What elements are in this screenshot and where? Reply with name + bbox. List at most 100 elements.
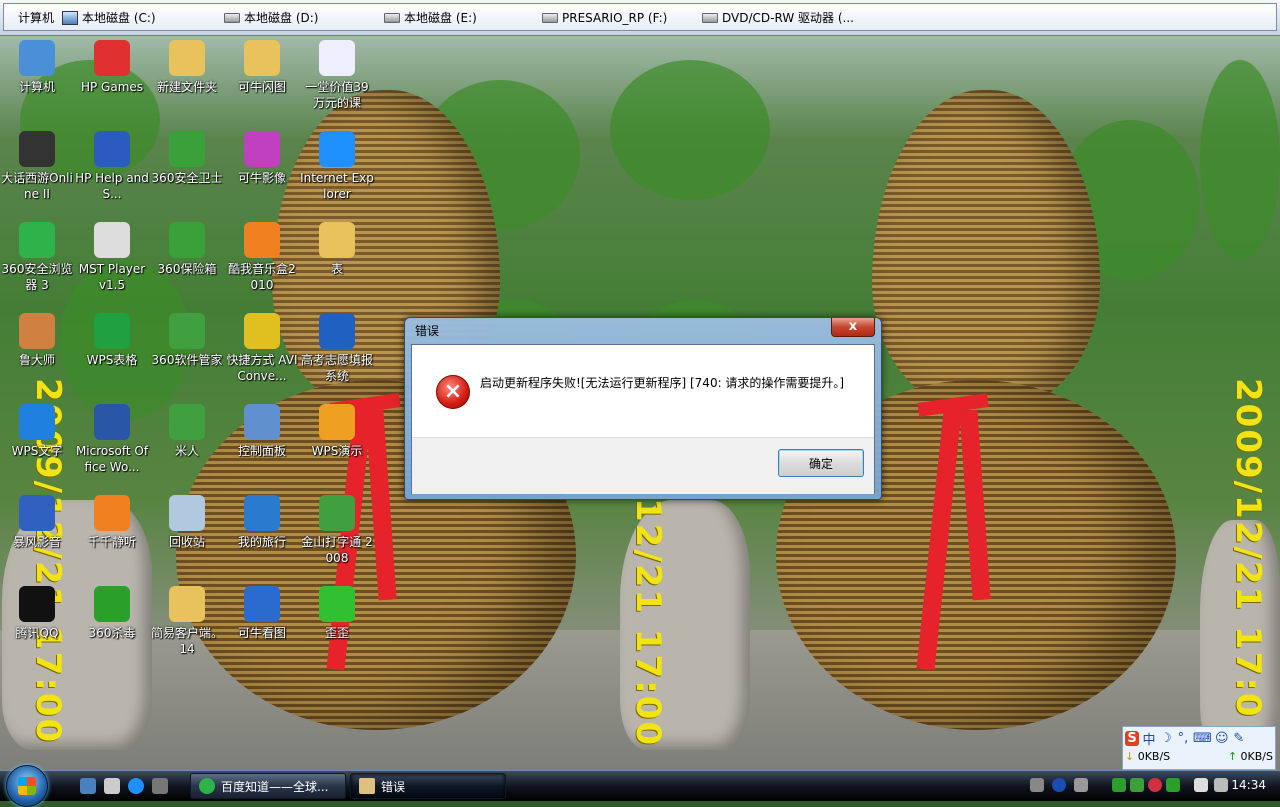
desktop-icon[interactable]: 表	[300, 222, 374, 277]
folder-icon	[244, 40, 280, 76]
moon-icon[interactable]: ☽	[1159, 731, 1173, 746]
desktop-icon[interactable]: 控制面板	[225, 404, 299, 459]
show-desktop-icon[interactable]	[80, 778, 96, 794]
desktop-icon-label: 360杀毒	[88, 626, 136, 640]
date-stamp: 2009/12/21 17:0	[1228, 378, 1268, 719]
desktop-icon[interactable]: 360软件管家	[150, 313, 224, 368]
desktop-icon[interactable]: 新建文件夹	[150, 40, 224, 95]
desktop-icon[interactable]: 可牛闪图	[225, 40, 299, 95]
switch-windows-icon[interactable]	[104, 778, 120, 794]
desktop-icon-label: 360安全浏览器 3	[1, 262, 73, 292]
desktop-icon[interactable]: 可牛看图	[225, 586, 299, 641]
help-icon[interactable]	[1052, 778, 1066, 792]
desktop-icon[interactable]: WPS文字	[0, 404, 74, 459]
ime-chinese-mode[interactable]: 中	[1142, 729, 1156, 748]
desktop-icon[interactable]: HP Help and S...	[75, 131, 149, 202]
drive-item-f[interactable]: PRESARIO_RP (F:)	[542, 4, 667, 32]
desktop-icon[interactable]: MST Player v1.5	[75, 222, 149, 293]
desktop-icon[interactable]: 暴风影音	[0, 495, 74, 550]
upload-speed: ↑ 0KB/S	[1228, 750, 1273, 766]
network-icon[interactable]	[1194, 778, 1208, 792]
desktop-icon-label: MST Player v1.5	[78, 262, 146, 292]
desktop-icon-label: 暴风影音	[12, 535, 61, 549]
app-icon	[359, 778, 375, 794]
drive-item-dvd[interactable]: DVD/CD-RW 驱动器 (...	[702, 4, 854, 32]
upload-speed-value: 0KB/S	[1240, 750, 1273, 763]
drive-item-label: 本地磁盘 (E:)	[404, 11, 477, 25]
desktop-icon[interactable]: 可牛影像	[225, 131, 299, 186]
desktop-icon[interactable]: 简易客户端。14	[150, 586, 224, 657]
desktop-icon[interactable]: 大话西游Online II	[0, 131, 74, 202]
desktop-icon[interactable]: 360安全卫士	[150, 131, 224, 186]
yy-icon	[319, 586, 355, 622]
desktop-icon-label: 控制面板	[237, 444, 286, 458]
desktop-icon[interactable]: 歪歪	[300, 586, 374, 641]
safe-icon	[169, 222, 205, 258]
desktop-icon[interactable]: 腾讯QQ	[0, 586, 74, 641]
shield-icon[interactable]	[1112, 778, 1126, 792]
browser-icon	[199, 778, 215, 794]
desktop-icon[interactable]: HP Games	[75, 40, 149, 95]
taskbar-item-active[interactable]: 错误	[350, 773, 506, 799]
desktop-icon[interactable]: 360杀毒	[75, 586, 149, 641]
desktop-icon[interactable]: Internet Explorer	[300, 131, 374, 202]
desktop-icon-label: Microsoft Office Wo...	[75, 444, 149, 474]
clock[interactable]: 14:34	[1231, 778, 1266, 792]
desktop-icon[interactable]: 360安全浏览器 3	[0, 222, 74, 293]
desktop-icon[interactable]: 千千静听	[75, 495, 149, 550]
drive-item-label: DVD/CD-RW 驱动器 (...	[722, 11, 854, 25]
desktop-icon[interactable]: WPS演示	[300, 404, 374, 459]
desktop-icon[interactable]: WPS表格	[75, 313, 149, 368]
desktop-icon[interactable]: 一堂价值39万元的课	[300, 40, 374, 111]
ok-button[interactable]: 确定	[778, 449, 864, 477]
desktop-icon[interactable]: 高考志愿填报系统	[300, 313, 374, 384]
desktop-icon-label: 歪歪	[324, 626, 349, 640]
shield-icon[interactable]	[1130, 778, 1144, 792]
volume-icon[interactable]	[1214, 778, 1228, 792]
taskbar-item[interactable]: 百度知道——全球...	[190, 773, 346, 799]
sogou-logo-icon[interactable]: S	[1125, 730, 1139, 746]
music-icon[interactable]	[1148, 778, 1162, 792]
desktop-icon-label: 高考志愿填报系统	[300, 353, 373, 383]
desktop-icon[interactable]: Microsoft Office Wo...	[75, 404, 149, 475]
ie-icon[interactable]	[128, 778, 144, 794]
start-button[interactable]	[6, 765, 48, 807]
desktop-icon-label: 我的旅行	[237, 535, 286, 549]
tray-icon[interactable]	[1166, 778, 1180, 792]
drive-icon	[224, 13, 240, 23]
converter-icon	[244, 313, 280, 349]
desktop-icon[interactable]: 360保险箱	[150, 222, 224, 277]
desktop-icon[interactable]: 计算机	[0, 40, 74, 95]
desktop-icon-label: WPS文字	[11, 444, 63, 458]
quick-launch-icon[interactable]	[152, 778, 168, 794]
desktop-icon[interactable]: 快捷方式 AVIConve...	[225, 313, 299, 384]
desktop-icon-label: 快捷方式 AVIConve...	[226, 353, 298, 383]
desktop-icon[interactable]: 回收站	[150, 495, 224, 550]
desktop-icon-label: 可牛看图	[237, 626, 286, 640]
desktop-icon[interactable]: 鲁大师	[0, 313, 74, 368]
ime-toolbar: S 中 ☽ °, ⌨ ☺ ✎ ↓ 0KB/S ↑ 0KB/S	[1122, 726, 1276, 770]
drive-item-computer[interactable]: 计算机	[18, 4, 54, 32]
date-stamp: 12/21 17:00	[628, 498, 668, 748]
desktop-icon-label: 腾讯QQ	[15, 626, 59, 640]
punctuation-icon[interactable]: °,	[1176, 731, 1190, 746]
wrench-icon[interactable]: ✎	[1232, 731, 1246, 746]
drive-item-e[interactable]: 本地磁盘 (E:)	[384, 4, 477, 32]
user-icon[interactable]: ☺	[1215, 731, 1229, 746]
error-dialog: 错误 x × 启动更新程序失败![无法运行更新程序] [740: 请求的操作需要…	[404, 317, 882, 500]
desktop-icon[interactable]: 酷我音乐盒2010	[225, 222, 299, 293]
tray-icon[interactable]	[1074, 778, 1088, 792]
drive-item-d[interactable]: 本地磁盘 (D:)	[224, 4, 318, 32]
keyboard-icon[interactable]	[1030, 778, 1044, 792]
desktop-icon[interactable]: 金山打字通 2008	[300, 495, 374, 566]
close-button[interactable]: x	[831, 318, 875, 337]
error-icon: ×	[436, 375, 470, 409]
keyboard-icon[interactable]: ⌨	[1193, 731, 1212, 746]
eye-icon	[244, 586, 280, 622]
desktop-icon[interactable]: 米人	[150, 404, 224, 459]
taskbar-item-label: 百度知道——全球...	[221, 779, 329, 794]
drive-item-c[interactable]: 本地磁盘 (C:)	[62, 4, 156, 32]
desktop-icon[interactable]: 我的旅行	[225, 495, 299, 550]
antivirus-icon	[94, 586, 130, 622]
desktop-icon-label: 计算机	[18, 80, 55, 94]
